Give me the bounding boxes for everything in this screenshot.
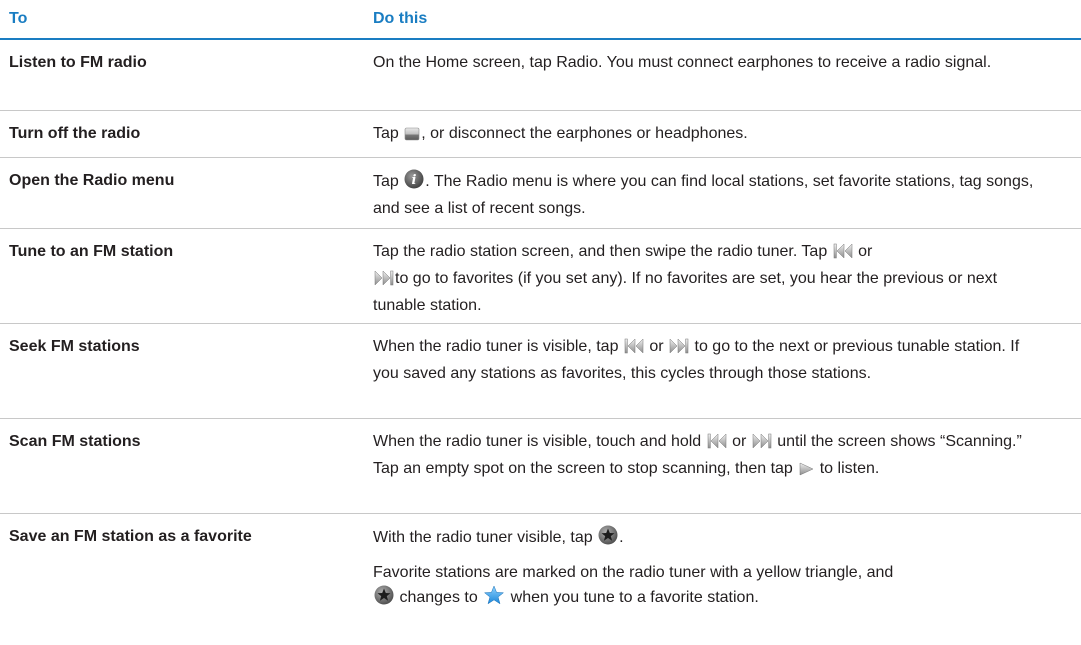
play-icon: [798, 460, 814, 484]
table-row: Listen to FM radio On the Home screen, t…: [0, 40, 1081, 111]
table-row: Seek FM stations When the radio tuner is…: [0, 324, 1081, 419]
table-row: Open the Radio menu Tap i . The Radio me…: [0, 158, 1081, 229]
favorite-star-icon: [374, 585, 394, 613]
action-label: Open the Radio menu: [9, 172, 175, 189]
fast-forward-icon: [669, 338, 689, 362]
action-label: Seek FM stations: [9, 338, 140, 355]
action-description: On the Home screen, tap Radio. You must …: [373, 54, 992, 71]
action-description: When the radio tuner is visible, touch a…: [373, 419, 1073, 484]
action-description: Tap , or disconnect the earphones or hea…: [373, 111, 1073, 149]
action-label: Listen to FM radio: [9, 54, 147, 71]
table-header: To Do this: [0, 0, 1081, 40]
header-do-this: Do this: [373, 10, 428, 27]
stop-icon: [404, 125, 420, 149]
fast-forward-icon: [374, 270, 394, 294]
action-label: Scan FM stations: [9, 433, 141, 450]
action-label: Tune to an FM station: [9, 243, 174, 260]
action-label: Save an FM station as a favorite: [9, 528, 252, 545]
table-row: Turn off the radio Tap , or disconnect t…: [0, 111, 1081, 158]
rewind-icon: [707, 433, 727, 457]
action-description: Tap the radio station screen, and then s…: [373, 243, 998, 314]
description-paragraph: Favorite stations are marked on the radi…: [373, 561, 1043, 613]
rewind-icon: [833, 243, 853, 267]
action-description: Tap i . The Radio menu is where you can …: [373, 158, 1073, 221]
favorite-star-icon: [598, 525, 618, 553]
table-row: Save an FM station as a favorite With th…: [0, 514, 1081, 641]
table-row: Scan FM stations When the radio tuner is…: [0, 419, 1081, 514]
svg-text:i: i: [412, 173, 417, 188]
action-description: When the radio tuner is visible, tap or …: [373, 338, 1020, 382]
action-description: With the radio tuner visible, tap . Favo…: [373, 514, 1073, 613]
fast-forward-icon: [752, 433, 772, 457]
blue-star-icon: [483, 585, 505, 613]
header-to: To: [9, 10, 28, 27]
table-row: Tune to an FM station Tap the radio stat…: [0, 229, 1081, 324]
action-label: Turn off the radio: [9, 125, 141, 142]
description-paragraph: With the radio tuner visible, tap .: [373, 525, 1043, 553]
instruction-table: To Do this Listen to FM radio On the Hom…: [0, 0, 1081, 641]
rewind-icon: [624, 338, 644, 362]
info-icon: i: [404, 169, 424, 197]
